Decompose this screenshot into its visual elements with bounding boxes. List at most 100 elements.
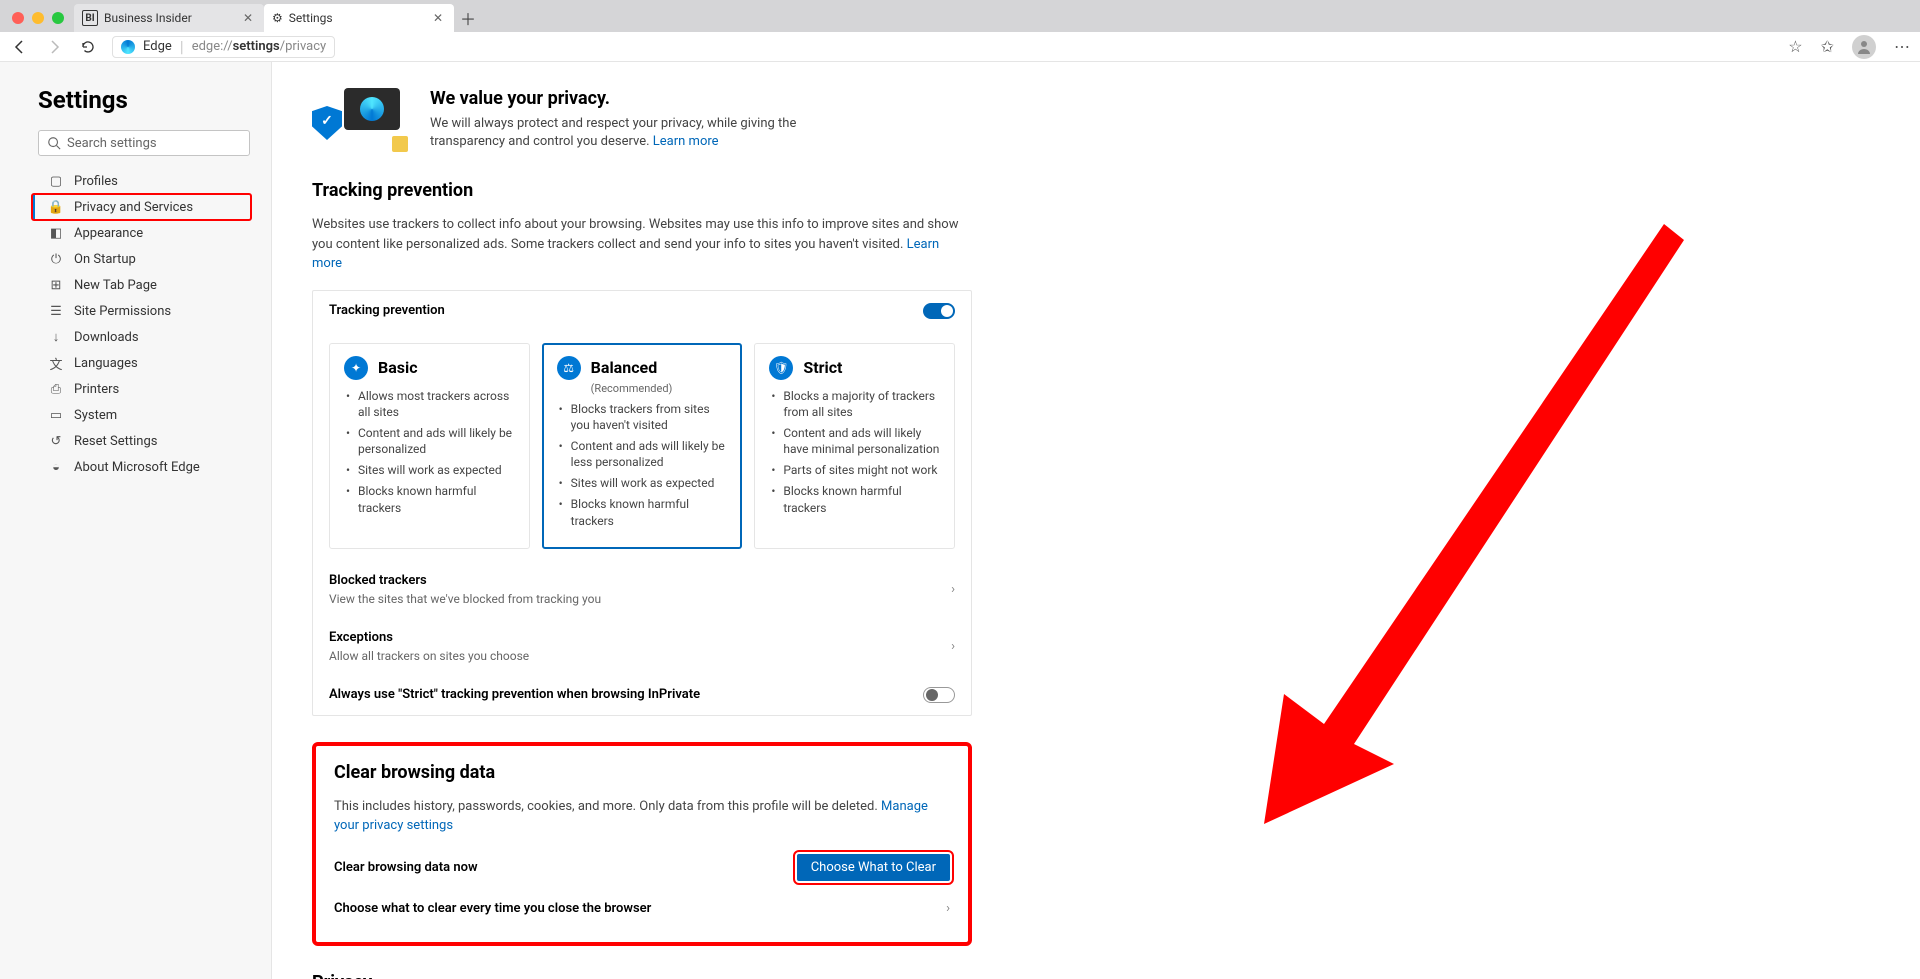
clear-browsing-data-section: Clear browsing data This includes histor… xyxy=(312,742,972,946)
recommended-label: (Recommended) xyxy=(591,382,728,395)
nav-on-startup[interactable]: ⏻On Startup xyxy=(32,246,251,272)
lock-icon: 🔒 xyxy=(48,199,64,215)
settings-heading: Settings xyxy=(38,86,261,114)
clear-now-row: Clear browsing data now Choose What to C… xyxy=(334,844,950,891)
favicon-settings-icon: ⚙ xyxy=(272,11,283,25)
nav-privacy-and-services[interactable]: 🔒 Privacy and Services xyxy=(32,194,251,220)
search-settings-input[interactable]: Search settings xyxy=(38,130,250,156)
basic-icon: ✦ xyxy=(344,356,368,380)
row-title: Blocked trackers xyxy=(329,573,951,588)
chevron-right-icon: › xyxy=(951,582,955,597)
clear-every-time-row[interactable]: Choose what to clear every time you clos… xyxy=(334,891,950,926)
nav-printers[interactable]: ⎙Printers xyxy=(32,376,251,402)
toolbar: Edge | edge://settings/privacy ☆ ✩ ⋯ xyxy=(0,32,1920,62)
favorite-icon[interactable]: ☆ xyxy=(1788,37,1802,56)
edge-icon xyxy=(121,40,135,54)
nav-site-permissions[interactable]: ☰Site Permissions xyxy=(32,298,251,324)
privacy-heading: Privacy xyxy=(312,972,972,979)
tab-strip: BI Business Insider ✕ ⚙ Settings ✕ ＋ xyxy=(0,0,1920,32)
window-controls xyxy=(4,12,74,32)
strict-inprivate-toggle[interactable] xyxy=(923,687,955,703)
row-title: Always use "Strict" tracking prevention … xyxy=(329,687,700,702)
forward-button[interactable] xyxy=(44,37,64,57)
annotation-arrow xyxy=(1264,224,1684,824)
tab-business-insider[interactable]: BI Business Insider ✕ xyxy=(74,4,264,32)
nav-downloads[interactable]: ↓Downloads xyxy=(32,324,251,350)
printer-icon: ⎙ xyxy=(48,381,64,397)
clear-heading: Clear browsing data xyxy=(334,762,950,783)
card-bullet: Sites will work as expected xyxy=(344,462,515,478)
privacy-hero-art xyxy=(312,88,408,152)
tab-settings[interactable]: ⚙ Settings ✕ xyxy=(264,4,454,32)
download-icon: ↓ xyxy=(48,329,64,345)
profile-icon: ▢ xyxy=(48,173,64,189)
row-sub: View the sites that we've blocked from t… xyxy=(329,592,951,606)
address-bar[interactable]: Edge | edge://settings/privacy xyxy=(112,36,335,58)
tracking-panel: Tracking prevention ✦Basic Allows most t… xyxy=(312,290,972,716)
search-placeholder: Search settings xyxy=(67,136,157,151)
nav-system[interactable]: ▭System xyxy=(32,402,251,428)
nav-label: Reset Settings xyxy=(74,434,157,449)
hero-learn-more-link[interactable]: Learn more xyxy=(653,134,719,149)
tab-title: Business Insider xyxy=(104,11,192,25)
tracking-heading: Tracking prevention xyxy=(312,180,972,201)
close-icon[interactable]: ✕ xyxy=(430,10,446,26)
nav-label: Languages xyxy=(74,356,138,371)
balanced-icon: ⚖ xyxy=(557,356,581,380)
close-icon[interactable]: ✕ xyxy=(240,10,256,26)
window-minimize-icon[interactable] xyxy=(32,12,44,24)
exceptions-row[interactable]: Exceptions Allow all trackers on sites y… xyxy=(313,618,971,675)
nav-about-edge[interactable]: ◒About Microsoft Edge xyxy=(32,454,251,480)
tracking-toggle-row: Tracking prevention xyxy=(313,291,971,331)
new-tab-button[interactable]: ＋ xyxy=(454,4,482,32)
languages-icon: 文 xyxy=(48,355,64,371)
row-title: Exceptions xyxy=(329,630,951,645)
card-bullet: Content and ads will likely have minimal… xyxy=(769,425,940,457)
edge-icon: ◒ xyxy=(48,459,64,475)
nav-appearance[interactable]: ◧ Appearance xyxy=(32,220,251,246)
card-bullet: Blocks known harmful trackers xyxy=(557,496,728,528)
favorites-list-icon[interactable]: ✩ xyxy=(1821,37,1834,56)
address-product: Edge xyxy=(143,39,172,54)
reload-button[interactable] xyxy=(78,37,98,57)
address-url: edge://settings/privacy xyxy=(192,39,326,54)
strict-inprivate-row: Always use "Strict" tracking prevention … xyxy=(313,675,971,715)
profile-avatar[interactable] xyxy=(1852,35,1876,59)
privacy-hero: We value your privacy. We will always pr… xyxy=(312,88,972,152)
chevron-right-icon: › xyxy=(946,901,950,916)
nav-languages[interactable]: 文 Languages xyxy=(32,350,251,376)
nav-profiles[interactable]: ▢ Profiles xyxy=(32,168,251,194)
nav-label: Appearance xyxy=(74,226,143,241)
chevron-right-icon: › xyxy=(951,639,955,654)
back-button[interactable] xyxy=(10,37,30,57)
tracking-panel-label: Tracking prevention xyxy=(329,303,445,318)
window-zoom-icon[interactable] xyxy=(52,12,64,24)
favicon-bi: BI xyxy=(82,10,98,26)
nav-label: System xyxy=(74,408,117,423)
tab-title: Settings xyxy=(289,11,333,25)
card-bullet: Blocks trackers from sites you haven't v… xyxy=(557,401,728,433)
nav-label: Profiles xyxy=(74,174,118,189)
card-bullet: Parts of sites might not work xyxy=(769,462,940,478)
more-icon[interactable]: ⋯ xyxy=(1894,37,1910,56)
nav-reset-settings[interactable]: ↺Reset Settings xyxy=(32,428,251,454)
appearance-icon: ◧ xyxy=(48,225,64,241)
choose-what-to-clear-button[interactable]: Choose What to Clear xyxy=(797,854,950,881)
card-bullet: Allows most trackers across all sites xyxy=(344,388,515,420)
newtab-icon: ⊞ xyxy=(48,277,64,293)
tracking-card-strict[interactable]: 🛡Strict Blocks a majority of trackers fr… xyxy=(754,343,955,549)
clear-every-label: Choose what to clear every time you clos… xyxy=(334,901,651,916)
tracking-toggle[interactable] xyxy=(923,303,955,319)
nav-label: Privacy and Services xyxy=(74,200,193,215)
tracking-card-basic[interactable]: ✦Basic Allows most trackers across all s… xyxy=(329,343,530,549)
card-bullet: Content and ads will likely be personali… xyxy=(344,425,515,457)
nav-new-tab-page[interactable]: ⊞New Tab Page xyxy=(32,272,251,298)
strict-icon: 🛡 xyxy=(769,356,793,380)
tracking-card-balanced[interactable]: ⚖Balanced (Recommended) Blocks trackers … xyxy=(542,343,743,549)
settings-content: We value your privacy. We will always pr… xyxy=(272,62,1920,979)
clear-desc: This includes history, passwords, cookie… xyxy=(334,797,950,836)
blocked-trackers-row[interactable]: Blocked trackers View the sites that we'… xyxy=(313,561,971,618)
window-close-icon[interactable] xyxy=(12,12,24,24)
search-icon xyxy=(47,136,61,150)
card-title: Strict xyxy=(803,358,842,377)
